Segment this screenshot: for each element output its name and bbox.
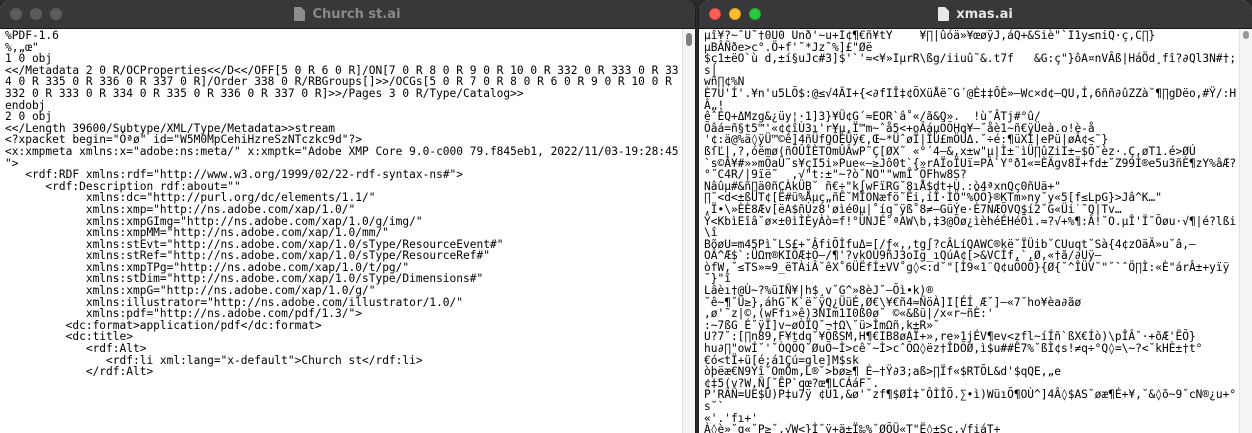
- scrollbar-thumb[interactable]: [686, 33, 692, 46]
- close-window-button[interactable]: [10, 8, 22, 20]
- window-title-group: Church st.ai: [294, 6, 401, 22]
- maximize-window-button[interactable]: [749, 8, 761, 20]
- document-icon: [294, 7, 306, 21]
- left-editor-window[interactable]: Church st.ai %PDF-1.6 %,„œ" 1 0 obj <</M…: [0, 0, 695, 433]
- right-titlebar[interactable]: xmas.ai: [699, 0, 1252, 29]
- right-editor-window[interactable]: xmas.ai µî¥?~ˆU˜†0U0 Unð'~u+I¢¶€ñ¥tY ¥∏|…: [699, 0, 1252, 433]
- close-window-button[interactable]: [709, 8, 721, 20]
- file-text-content[interactable]: %PDF-1.6 %,„œ" 1 0 obj <</Metadata 2 0 R…: [0, 29, 683, 378]
- minimize-window-button[interactable]: [30, 8, 42, 20]
- file-text-content[interactable]: µî¥?~ˆU˜†0U0 Unð'~u+I¢¶€ñ¥tY ¥∏|ûóä»¥œøÿ…: [699, 29, 1240, 433]
- minimize-window-button[interactable]: [729, 8, 741, 20]
- vertical-scrollbar[interactable]: [1239, 29, 1252, 433]
- window-controls: [10, 8, 62, 20]
- vertical-scrollbar[interactable]: [682, 29, 695, 433]
- scrollbar-thumb[interactable]: [1243, 31, 1249, 39]
- document-icon: [938, 7, 950, 21]
- window-title-group: xmas.ai: [938, 7, 1013, 22]
- window-controls: [709, 8, 761, 20]
- text-editor-area[interactable]: %PDF-1.6 %,„œ" 1 0 obj <</Metadata 2 0 R…: [0, 29, 683, 433]
- left-titlebar[interactable]: Church st.ai: [0, 0, 695, 29]
- window-title: Church st.ai: [312, 6, 401, 22]
- window-title: xmas.ai: [956, 6, 1013, 22]
- maximize-window-button[interactable]: [50, 8, 62, 20]
- text-editor-area[interactable]: µî¥?~ˆU˜†0U0 Unð'~u+I¢¶€ñ¥tY ¥∏|ûóä»¥œøÿ…: [699, 29, 1240, 433]
